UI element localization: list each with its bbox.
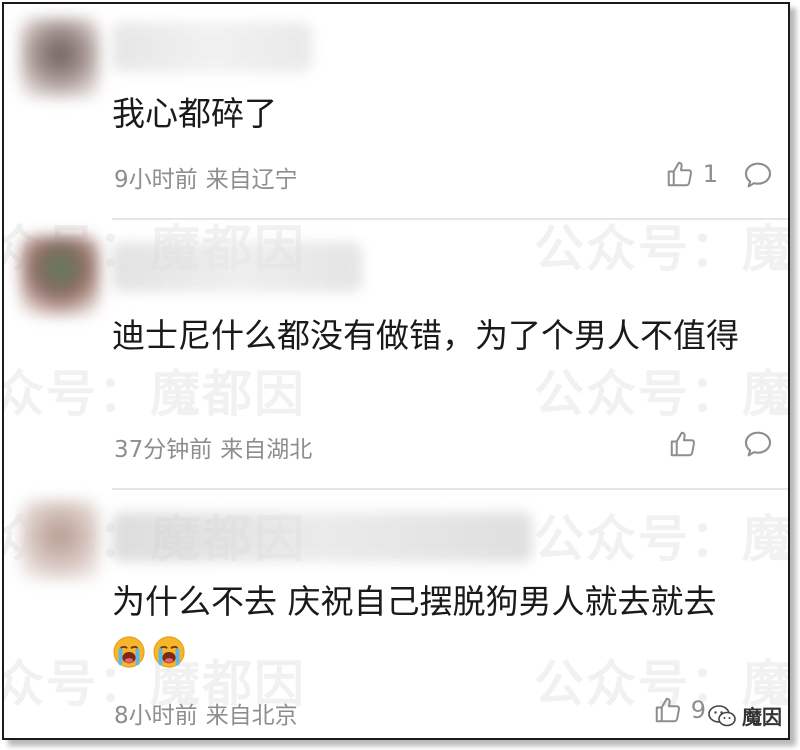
username-blurred[interactable] [112, 242, 362, 292]
like-button[interactable]: 9 [653, 692, 706, 728]
like-button[interactable] [668, 426, 706, 462]
comment-text: 为什么不去 庆祝自己摆脱狗男人就去就去 [112, 578, 772, 674]
username-blurred[interactable] [112, 22, 312, 72]
comment-text-content: 为什么不去 庆祝自己摆脱狗男人就去就去 [112, 582, 717, 621]
comment-text: 迪士尼什么都没有做错，为了个男人不值得 [112, 316, 739, 355]
like-count: 9 [690, 696, 706, 724]
comment-location: 来自湖北 [220, 437, 313, 463]
like-button[interactable]: 1 [665, 156, 718, 192]
username-blurred[interactable] [112, 512, 532, 562]
reply-icon[interactable] [742, 159, 774, 191]
crying-face-icon [113, 635, 145, 668]
comment-meta: 8小时前 来自北京 [114, 696, 298, 730]
account-badge: 魔因 [708, 701, 782, 730]
comment-panel: 众号：魔都因 公众号：魔 众号：魔都因 公众号：魔 众号：魔都因 公众号：魔 众… [2, 2, 790, 740]
comment-location: 来自辽宁 [205, 167, 298, 193]
account-name: 魔因 [742, 705, 782, 729]
comment-meta: 9小时前 来自辽宁 [114, 160, 298, 194]
comment-location: 来自北京 [205, 703, 298, 729]
avatar[interactable] [20, 18, 100, 98]
crying-face-icon [153, 635, 185, 668]
comment-text: 我心都碎了 [112, 94, 277, 133]
comment-item: 我心都碎了 9小时前 来自辽宁 1 [4, 4, 788, 219]
avatar[interactable] [20, 500, 100, 580]
reply-icon[interactable] [742, 428, 774, 460]
comment-time: 9小时前 [114, 167, 198, 193]
comment-item: 为什么不去 庆祝自己摆脱狗男人就去就去 8小时前 来自北京 9 [4, 490, 788, 738]
comment-time: 37分钟前 [114, 437, 213, 463]
comment-time: 8小时前 [114, 703, 198, 729]
comment-meta: 37分钟前 来自湖北 [114, 430, 312, 464]
wechat-icon [708, 704, 736, 726]
like-count: 1 [702, 160, 718, 188]
thumbs-up-icon [667, 161, 692, 187]
comment-item: 迪士尼什么都没有做错，为了个男人不值得 37分钟前 来自湖北 [4, 220, 788, 488]
thumbs-up-icon [670, 431, 696, 457]
thumbs-up-icon [655, 697, 680, 723]
avatar[interactable] [20, 236, 100, 316]
